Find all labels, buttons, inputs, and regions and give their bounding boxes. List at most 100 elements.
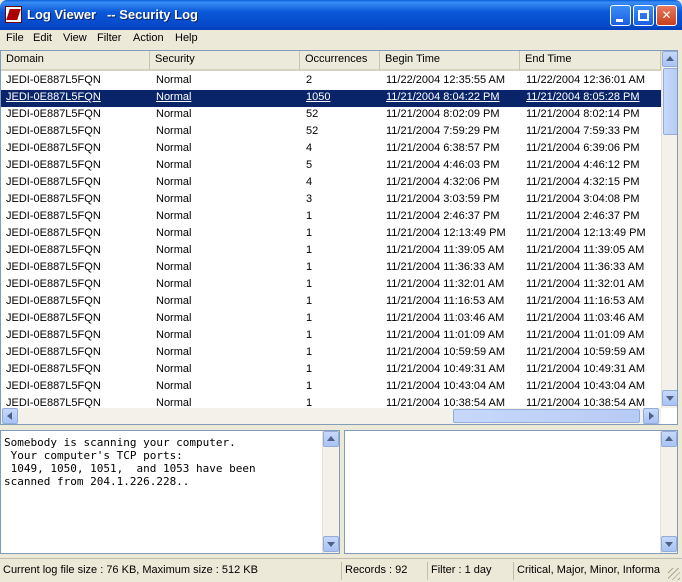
cell-security: Normal [156,346,192,358]
cell-security: Normal [156,176,192,188]
cell-begin-time: 11/21/2004 11:32:01 AM [386,278,505,290]
cell-domain: JEDI-0E887L5FQN [6,125,101,137]
table-row[interactable]: JEDI-0E887L5FQN Normal 1 11/21/2004 11:01:0… [1,328,661,345]
cell-end-time: 11/21/2004 2:46:37 PM [526,210,640,222]
table-row[interactable]: JEDI-0E887L5FQN Normal 1 11/21/2004 10:49:3… [1,362,661,379]
table-row[interactable]: JEDI-0E887L5FQN Normal 4 11/21/2004 6:38:57… [1,141,661,158]
cell-security: Normal [156,193,192,205]
cell-security: Normal [156,142,192,154]
table-row[interactable]: JEDI-0E887L5FQN Normal 1 11/21/2004 11:16:5… [1,294,661,311]
table-row[interactable]: JEDI-0E887L5FQN Normal 52 11/21/2004 8:02:0… [1,107,661,124]
table-row[interactable]: JEDI-0E887L5FQN Normal 1 11/21/2004 12:13:4… [1,226,661,243]
scroll-down-icon[interactable] [323,536,339,552]
cell-security: Normal [156,380,192,392]
cell-occurrences: 1 [306,278,313,290]
menu-edit[interactable]: Edit [33,32,52,44]
cell-end-time: 11/21/2004 4:32:15 PM [526,176,640,188]
cell-security: Normal [156,74,192,86]
table-row[interactable]: JEDI-0E887L5FQN Normal 1 11/21/2004 11:32:0… [1,277,661,294]
maximize-button[interactable] [633,5,654,26]
cell-occurrences: 1050 [306,91,331,103]
column-header-security[interactable]: Security [150,51,300,71]
cell-begin-time: 11/21/2004 10:49:31 AM [386,363,506,375]
scroll-up-icon[interactable] [662,51,677,67]
cell-end-time: 11/21/2004 8:02:14 PM [526,108,640,120]
scroll-up-icon[interactable] [661,431,677,447]
menu-action[interactable]: Action [133,32,164,44]
cell-begin-time: 11/21/2004 3:03:59 PM [386,193,500,205]
cell-begin-time: 11/21/2004 11:16:53 AM [386,295,505,307]
table-row[interactable]: JEDI-0E887L5FQN Normal 1 11/21/2004 11:39:0… [1,243,661,260]
title-bar[interactable]: Log Viewer -- Security Log ✕ [0,0,682,30]
cell-domain: JEDI-0E887L5FQN [6,346,101,358]
cell-domain: JEDI-0E887L5FQN [6,74,101,86]
minimize-button[interactable] [610,5,631,26]
cell-begin-time: 11/21/2004 2:46:37 PM [386,210,500,222]
cell-domain: JEDI-0E887L5FQN [6,329,101,341]
cell-domain: JEDI-0E887L5FQN [6,363,101,375]
resize-grip-icon[interactable] [668,568,680,580]
cell-begin-time: 11/21/2004 11:36:33 AM [386,261,505,273]
cell-begin-time: 11/21/2004 11:01:09 AM [386,329,505,341]
cell-security: Normal [156,261,192,273]
cell-domain: JEDI-0E887L5FQN [6,193,101,205]
table-row[interactable]: JEDI-0E887L5FQN Normal 52 11/21/2004 7:59:2… [1,124,661,141]
column-header-occurrences[interactable]: Occurrences [300,51,380,71]
table-vertical-scrollbar[interactable] [661,51,677,408]
event-details-pane[interactable] [344,430,678,554]
description-scrollbar[interactable] [322,431,339,553]
table-row[interactable]: JEDI-0E887L5FQN Normal 3 11/21/2004 3:03:59… [1,192,661,209]
table-horizontal-scrollbar[interactable] [1,408,661,424]
minimize-icon [616,19,623,22]
cell-security: Normal [156,91,192,103]
cell-begin-time: 11/21/2004 4:46:03 PM [386,159,500,171]
menu-bar: File Edit View Filter Action Help [0,30,682,49]
menu-file[interactable]: File [6,32,24,44]
cell-end-time: 11/21/2004 10:59:59 AM [526,346,646,358]
cell-begin-time: 11/21/2004 12:13:49 PM [386,227,506,239]
menu-help[interactable]: Help [175,32,198,44]
vertical-scroll-thumb[interactable] [663,68,677,135]
table-row[interactable]: JEDI-0E887L5FQN Normal 1050 11/21/2004 8:04… [1,90,661,107]
scroll-down-icon[interactable] [662,390,677,406]
cell-domain: JEDI-0E887L5FQN [6,227,101,239]
cell-begin-time: 11/21/2004 4:32:06 PM [386,176,500,188]
cell-security: Normal [156,125,192,137]
cell-security: Normal [156,363,192,375]
details-scrollbar[interactable] [660,431,677,553]
horizontal-scroll-thumb[interactable] [453,409,640,423]
cell-end-time: 11/21/2004 11:16:53 AM [526,295,645,307]
event-description-pane[interactable]: Somebody is scanning your computer. Your… [0,430,340,554]
scroll-up-icon[interactable] [323,431,339,447]
cell-security: Normal [156,329,192,341]
scroll-down-icon[interactable] [661,536,677,552]
table-row[interactable]: JEDI-0E887L5FQN Normal 1 11/21/2004 10:43:0… [1,379,661,396]
column-header-domain[interactable]: Domain [1,51,150,71]
menu-view[interactable]: View [63,32,87,44]
table-row[interactable]: JEDI-0E887L5FQN Normal 1 11/21/2004 2:46:37… [1,209,661,226]
cell-occurrences: 1 [306,312,313,324]
table-row[interactable]: JEDI-0E887L5FQN Normal 1 11/21/2004 11:36:3… [1,260,661,277]
scroll-left-icon[interactable] [2,408,18,424]
table-row[interactable]: JEDI-0E887L5FQN Normal 1 11/21/2004 10:59:5… [1,345,661,362]
event-details-text [345,431,677,436]
close-button[interactable]: ✕ [656,5,677,26]
cell-domain: JEDI-0E887L5FQN [6,108,101,120]
cell-begin-time: 11/21/2004 10:43:04 AM [386,380,506,392]
column-header-begin-time[interactable]: Begin Time [380,51,520,71]
cell-end-time: 11/21/2004 10:43:04 AM [526,380,646,392]
table-row[interactable]: JEDI-0E887L5FQN Normal 1 11/21/2004 11:03:4… [1,311,661,328]
cell-end-time: 11/21/2004 10:49:31 AM [526,363,646,375]
table-row[interactable]: JEDI-0E887L5FQN Normal 5 11/21/2004 4:46:03… [1,158,661,175]
menu-filter[interactable]: Filter [97,32,121,44]
column-header-end-time[interactable]: End Time [520,51,661,71]
cell-security: Normal [156,278,192,290]
cell-begin-time: 11/21/2004 8:04:22 PM [386,91,500,103]
table-row[interactable]: JEDI-0E887L5FQN Normal 4 11/21/2004 4:32:06… [1,175,661,192]
log-table[interactable]: Domain Security Occurrences Begin Time E… [0,50,678,425]
scroll-right-icon[interactable] [643,408,659,424]
cell-security: Normal [156,227,192,239]
table-row[interactable]: JEDI-0E887L5FQN Normal 2 11/22/2004 12:35:5… [1,73,661,90]
log-viewer-app-icon[interactable] [5,6,22,23]
cell-domain: JEDI-0E887L5FQN [6,210,101,222]
